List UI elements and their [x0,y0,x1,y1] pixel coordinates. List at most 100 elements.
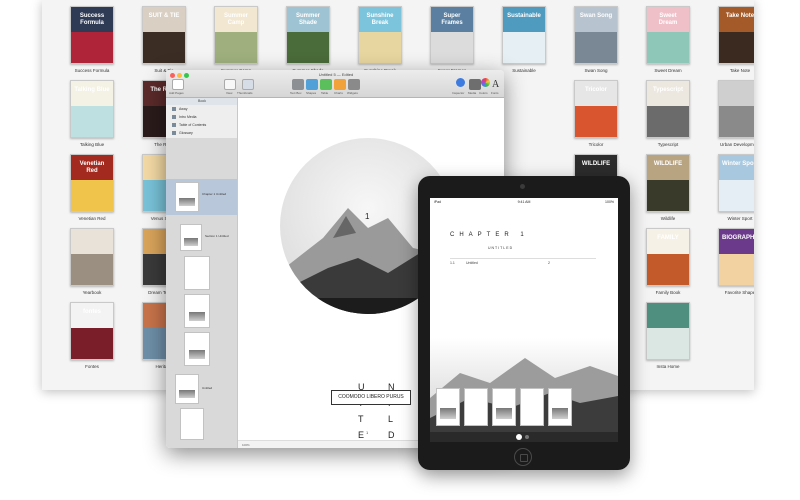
template-thumbnail[interactable]: Swan Song Swan Song [560,6,632,73]
template-cover-art [71,254,113,285]
ipad-thumbnail[interactable] [548,388,572,426]
thumbnail-section[interactable] [180,224,202,251]
template-thumbnail[interactable]: SUIT & TIE Suit & Tie [128,6,200,73]
template-cover-art [575,32,617,63]
thumbnail-page[interactable] [184,294,210,328]
template-thumbnail[interactable]: Sweet Dream Sweet Dream [632,6,704,73]
zoom-window-button[interactable] [184,73,189,78]
template-thumbnail[interactable]: WILDLIFE Wildlife [632,154,704,221]
sidebar-header: Book [166,98,237,105]
template-thumbnail[interactable]: Venetian Red Venetian Red [56,154,128,221]
sidebar-item-3[interactable]: Glossary [172,130,193,137]
template-cover-art [287,32,329,63]
ipad-thumbnail[interactable] [436,388,460,426]
shapes-label: Shapes [306,91,317,95]
ipad-screen[interactable]: iPad 9:41 AM 100% CHAPTER 1 UNTITLED 1.1… [430,198,618,442]
template-cover: Swan Song [574,6,618,64]
template-thumbnail[interactable]: Super FramesSuper Frames [416,6,488,73]
template-thumbnail[interactable]: Urban Development [704,80,754,147]
ipad-thumbnail[interactable] [464,388,488,426]
template-thumbnail[interactable]: Insta Home [632,302,704,369]
template-cover-title: Tricolor [584,87,607,93]
template-thumbnail[interactable]: Summer ShadeSummer Shade [272,6,344,73]
fonts-icon[interactable]: A [492,79,504,90]
template-cover: Summer Camp [214,6,258,64]
media-icon[interactable] [469,79,481,90]
template-thumbnail[interactable]: Sunshine BreakSunshine Break [344,6,416,73]
template-cover-title: Venetian Red [79,161,105,174]
template-cover-title: Summer Shade [295,13,320,26]
template-caption: Urban Development [719,142,754,147]
add-pages-button[interactable] [172,79,184,90]
template-thumbnail[interactable]: Typescript Typescript [632,80,704,147]
template-cover-title: FAMILY [657,235,679,241]
template-caption: Wildlife [660,216,676,221]
template-cover-art [143,32,185,63]
textbox-icon[interactable] [292,79,304,90]
template-cover-title: fontes [83,309,101,315]
close-window-button[interactable] [170,73,175,78]
media-label: Media [468,91,477,95]
charts-icon[interactable] [334,79,346,90]
ipad-thumbnail[interactable] [492,388,516,426]
template-caption: Fontes [85,364,99,369]
page-icon [172,131,176,136]
shapes-icon[interactable] [306,79,318,90]
template-cover-title: Typescript [653,87,683,93]
template-thumbnail[interactable]: Take Note Take Note [704,6,754,73]
minimize-window-button[interactable] [177,73,182,78]
template-thumbnail[interactable]: FAMILY Family Book [632,228,704,295]
sidebar-item-label: Table of Contents [179,123,207,127]
template-caption: Favorite Shape [724,290,754,295]
template-cover: fontes [70,302,114,360]
ipad-device: iPad 9:41 AM 100% CHAPTER 1 UNTITLED 1.1… [418,176,630,470]
template-cover: Talking Blue [70,80,114,138]
colors-icon[interactable] [481,78,490,87]
template-caption: Insta Home [656,364,680,369]
template-cover-title: Summer Camp [223,13,248,26]
view-button[interactable] [224,79,236,90]
template-cover-title: SUIT & TIE [148,13,180,19]
thumbnail-next-chapter[interactable] [175,374,199,404]
sidebar-item-2[interactable]: Table of Contents [172,122,206,129]
ipad-thumbnail[interactable] [520,388,544,426]
template-cover: Sustainable [502,6,546,64]
widgets-icon[interactable] [348,79,360,90]
inspector-icon[interactable] [456,78,465,87]
template-caption: Success Formula [74,68,110,73]
template-thumbnail[interactable]: Yearbook [56,228,128,295]
template-cover-art [719,180,754,211]
template-cover: Success Formula [70,6,114,64]
colors-label: Colors [479,91,488,95]
page-indicator-dot[interactable] [525,435,529,439]
template-thumbnail[interactable]: Summer CampSummer Camp [200,6,272,73]
template-thumbnail[interactable]: Sustainable Sustainable [488,6,560,73]
view-label: View [226,91,233,95]
template-cover: Take Note [718,6,754,64]
thumbnail-chapter[interactable] [175,182,199,212]
template-cover-art [575,106,617,137]
thumbnail-page[interactable] [180,408,204,440]
sidebar-item-1[interactable]: Intro Media [172,114,197,121]
table-icon[interactable] [320,79,332,90]
template-thumbnail[interactable]: fontes Fontes [56,302,128,369]
sidebar-item-0[interactable]: Away [172,106,188,113]
sidebar-item-label: Away [179,107,188,111]
template-thumbnail[interactable]: Tricolor Tricolor [560,80,632,147]
thumbnail-page[interactable] [184,256,210,290]
template-thumbnail[interactable]: Talking Blue Talking Blue [56,80,128,147]
thumbnail-page[interactable] [184,332,210,366]
template-thumbnail[interactable]: BIOGRAPHY Favorite Shape [704,228,754,295]
template-cover-title: Success Formula [79,13,105,26]
page-indicator-dot[interactable] [516,434,522,440]
template-cover-art [71,180,113,211]
template-caption: Family Book [655,290,681,295]
thumbnails-button[interactable] [242,79,254,90]
template-thumbnail[interactable]: Winter Sport Winter Sport [704,154,754,221]
coomodo-libero-button[interactable]: COOMODO LIBERO PURUS [331,390,411,405]
screenshot-stage: Success Formula Success Formula SUIT & TIE… [0,0,800,500]
template-cover: Winter Sport [718,154,754,212]
template-cover-art [71,328,113,359]
template-thumbnail[interactable]: Success Formula Success Formula [56,6,128,73]
home-button[interactable] [514,448,532,466]
